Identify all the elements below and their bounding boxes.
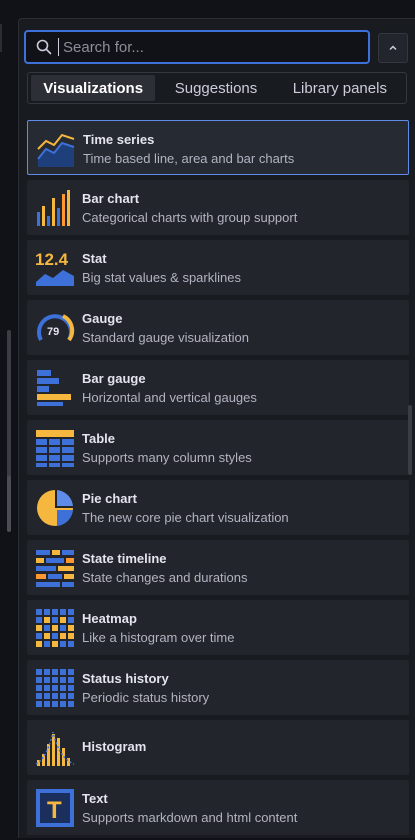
viz-item-description: Horizontal and vertical gauges <box>82 390 257 405</box>
tab-suggestions[interactable]: Suggestions <box>155 75 276 101</box>
left-divider <box>0 24 2 52</box>
tab-bar: Visualizations Suggestions Library panel… <box>27 72 407 104</box>
table-icon <box>36 430 74 467</box>
viz-item-heatmap[interactable]: Heatmap Like a histogram over time <box>27 600 409 655</box>
stat-icon: 12.4 <box>35 250 74 286</box>
viz-item-name: Pie chart <box>82 491 137 506</box>
viz-item-name: Table <box>82 431 115 446</box>
tab-library-panels[interactable]: Library panels <box>277 75 403 101</box>
viz-item-table[interactable]: Table Supports many column styles <box>27 420 409 475</box>
gauge-icon: 79 <box>37 314 75 342</box>
viz-item-description: Time based line, area and bar charts <box>83 151 295 166</box>
viz-item-name: Heatmap <box>82 611 137 626</box>
viz-item-description: State changes and durations <box>82 570 248 585</box>
viz-item-time-series[interactable]: Time series Time based line, area and ba… <box>27 120 409 175</box>
viz-item-histogram[interactable]: Histogram <box>27 720 409 775</box>
bar-chart-icon <box>37 190 70 226</box>
viz-item-name: Histogram <box>82 739 147 754</box>
viz-item-name: Stat <box>82 251 107 266</box>
viz-item-description: Big stat values & sparklines <box>82 270 241 285</box>
text-icon: T <box>36 789 74 827</box>
histogram-icon <box>35 731 75 766</box>
status-history-icon <box>36 669 74 707</box>
viz-item-description: Supports many column styles <box>82 450 252 465</box>
viz-item-description: Supports markdown and html content <box>82 810 298 825</box>
svg-text:12.4: 12.4 <box>35 250 69 269</box>
viz-item-name: State timeline <box>82 551 167 566</box>
svg-text:79: 79 <box>47 326 59 338</box>
viz-item-name: Text <box>82 791 108 806</box>
viz-item-name: Time series <box>83 132 155 147</box>
viz-item-name: Gauge <box>82 311 123 326</box>
viz-item-stat[interactable]: 12.4 Stat Big stat values & sparklines <box>27 240 409 295</box>
viz-item-description: The new core pie chart visualization <box>82 510 289 525</box>
right-scrollbar-thumb[interactable] <box>408 405 412 475</box>
tab-visualizations[interactable]: Visualizations <box>31 75 156 101</box>
search-input[interactable] <box>61 37 345 57</box>
collapse-button[interactable] <box>378 33 408 63</box>
viz-item-name: Status history <box>82 671 169 686</box>
time-series-icon <box>37 133 75 167</box>
search-icon <box>36 39 52 55</box>
search-box[interactable] <box>24 30 370 64</box>
state-timeline-icon <box>36 550 74 587</box>
viz-item-name: Bar chart <box>82 191 140 206</box>
visualization-list: Time series Time based line, area and ba… <box>27 120 409 840</box>
viz-item-status-history[interactable]: Status history Periodic status history <box>27 660 409 715</box>
viz-item-description: Standard gauge visualization <box>82 330 249 345</box>
viz-item-pie-chart[interactable]: Pie chart The new core pie chart visuali… <box>27 480 409 535</box>
left-edge <box>0 0 18 837</box>
svg-text:T: T <box>47 797 62 824</box>
pie-chart-icon <box>37 490 73 526</box>
viz-item-name: Bar gauge <box>82 371 146 386</box>
viz-item-state-timeline[interactable]: State timeline State changes and duratio… <box>27 540 409 595</box>
left-scrollbar-thumb[interactable] <box>7 476 11 532</box>
viz-item-text[interactable]: T Text Supports markdown and html conten… <box>27 780 409 835</box>
viz-item-bar-chart[interactable]: Bar chart Categorical charts with group … <box>27 180 409 235</box>
viz-item-description: Periodic status history <box>82 690 210 705</box>
viz-item-gauge[interactable]: 79 Gauge Standard gauge visualization <box>27 300 409 355</box>
bar-gauge-icon <box>37 370 71 406</box>
viz-item-description: Like a histogram over time <box>82 630 235 645</box>
heatmap-icon <box>36 609 74 647</box>
chevron-up-icon <box>389 45 397 51</box>
text-caret <box>58 38 59 56</box>
viz-item-bar-gauge[interactable]: Bar gauge Horizontal and vertical gauges <box>27 360 409 415</box>
viz-item-description: Categorical charts with group support <box>82 210 298 225</box>
